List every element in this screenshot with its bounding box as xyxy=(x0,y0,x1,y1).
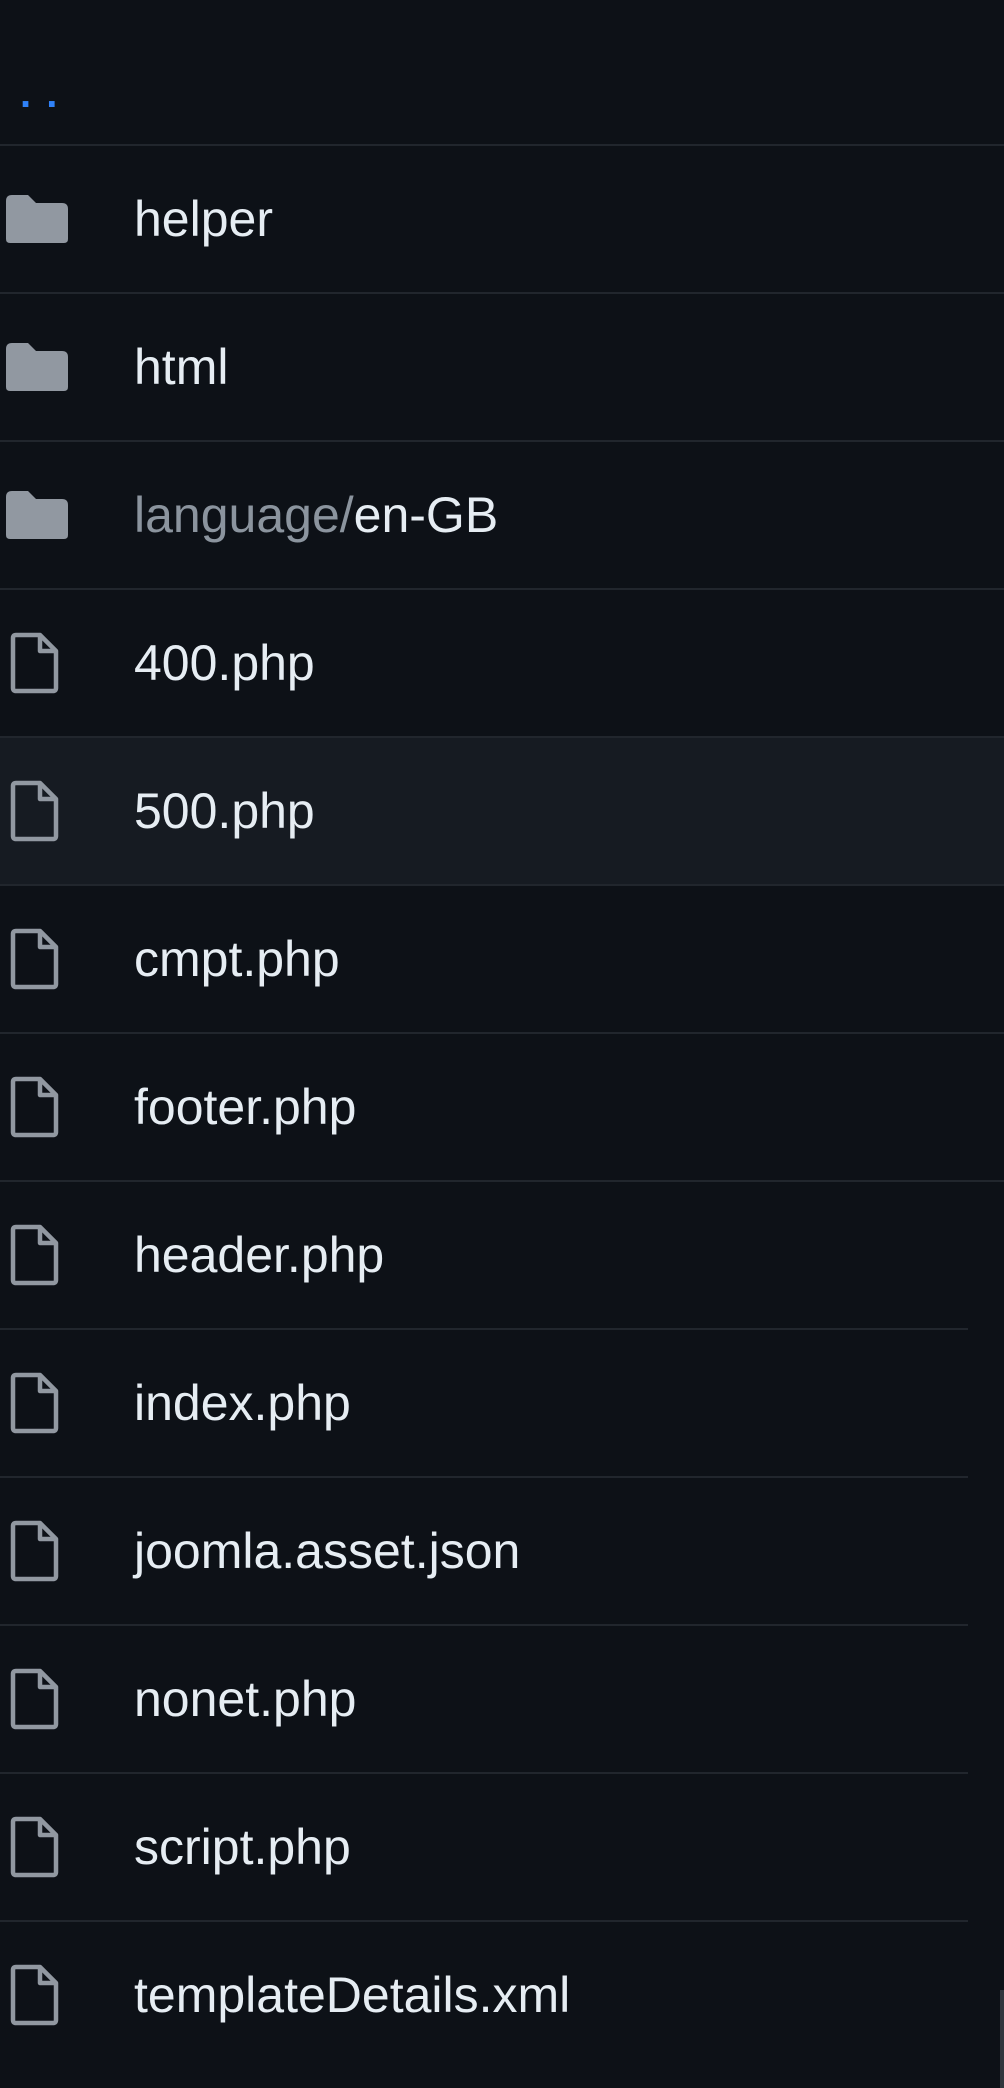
list-item-folder[interactable]: language/en-GB xyxy=(0,440,1004,588)
file-name[interactable]: cmpt.php xyxy=(134,934,340,984)
folder-icon xyxy=(4,336,70,398)
file-name[interactable]: index.php xyxy=(134,1378,351,1428)
folder-icon xyxy=(4,484,70,546)
list-item-file[interactable]: joomla.asset.json xyxy=(0,1476,1004,1624)
folder-icon xyxy=(4,188,70,250)
file-name[interactable]: templateDetails.xml xyxy=(134,1970,570,2020)
list-item-folder[interactable]: helper xyxy=(0,144,1004,292)
file-name[interactable]: header.php xyxy=(134,1230,384,1280)
list-item-folder[interactable]: html xyxy=(0,292,1004,440)
file-name[interactable]: 400.php xyxy=(134,638,315,688)
file-name[interactable]: joomla.asset.json xyxy=(134,1526,520,1576)
list-item-file[interactable]: cmpt.php xyxy=(0,884,1004,1032)
file-icon xyxy=(4,632,70,694)
folder-name[interactable]: html xyxy=(134,342,228,392)
file-icon xyxy=(4,1520,70,1582)
folder-name[interactable]: language/en-GB xyxy=(134,490,498,540)
file-icon xyxy=(4,1224,70,1286)
list-item-file[interactable]: footer.php xyxy=(0,1032,1004,1180)
file-icon xyxy=(4,1668,70,1730)
list-item-file[interactable]: 500.php xyxy=(0,736,1004,884)
file-icon xyxy=(4,1816,70,1878)
file-icon xyxy=(4,780,70,842)
file-icon xyxy=(4,1076,70,1138)
file-icon xyxy=(4,928,70,990)
list-item-file[interactable]: index.php xyxy=(0,1328,1004,1476)
parent-directory-row[interactable]: . . xyxy=(0,0,1004,144)
file-list: . . helper html language/en-GB 400.php 5… xyxy=(0,0,1004,2068)
list-item-file[interactable]: header.php xyxy=(0,1180,1004,1328)
list-item-file[interactable]: 400.php xyxy=(0,588,1004,736)
list-item-file[interactable]: script.php xyxy=(0,1772,1004,1920)
file-icon xyxy=(4,1964,70,2026)
file-name[interactable]: nonet.php xyxy=(134,1674,356,1724)
file-icon xyxy=(4,1372,70,1434)
list-item-file[interactable]: nonet.php xyxy=(0,1624,1004,1772)
folder-name[interactable]: helper xyxy=(134,194,273,244)
file-name[interactable]: footer.php xyxy=(134,1082,356,1132)
list-item-file[interactable]: templateDetails.xml xyxy=(0,1920,1004,2068)
file-name[interactable]: script.php xyxy=(134,1822,351,1872)
scrollbar[interactable] xyxy=(1000,1990,1004,2088)
file-name[interactable]: 500.php xyxy=(134,786,315,836)
parent-directory-link[interactable]: . . xyxy=(20,74,59,114)
